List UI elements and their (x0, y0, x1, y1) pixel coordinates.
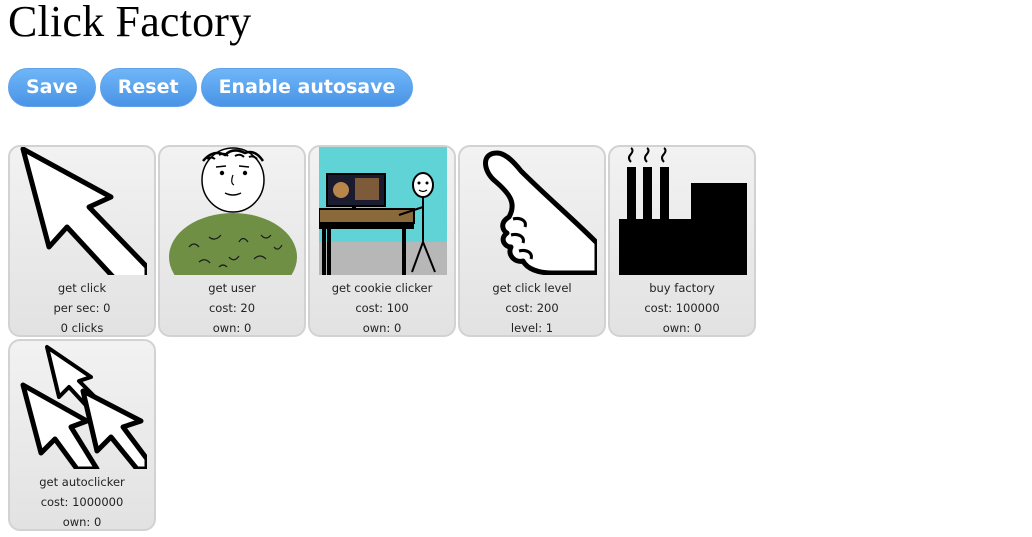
get-user-card[interactable]: get user cost: 20 own: 0 (158, 145, 306, 337)
card-title: get cookie clicker (331, 281, 433, 295)
buy-factory-card[interactable]: buy factory cost: 100000 own: 0 (608, 145, 756, 337)
enable-autosave-button[interactable]: Enable autosave (200, 68, 414, 107)
factory-icon (619, 147, 747, 275)
page-title: Click Factory (8, 0, 252, 46)
toolbar: Save Reset Enable autosave (8, 68, 414, 107)
card-cost: cost: 20 (208, 301, 256, 315)
card-title: buy factory (649, 281, 715, 295)
cursor-arrow-icon (19, 147, 147, 275)
card-level: level: 1 (510, 321, 554, 335)
cookie-clicker-icon (319, 147, 447, 275)
card-title: get click level (492, 281, 572, 295)
get-click-level-card[interactable]: get click level cost: 200 level: 1 (458, 145, 606, 337)
card-owned: own: 0 (62, 515, 102, 529)
card-cost: cost: 200 (505, 301, 559, 315)
card-title: get autoclicker (39, 475, 125, 489)
card-owned: own: 0 (212, 321, 252, 335)
card-owned: own: 0 (362, 321, 402, 335)
save-button[interactable]: Save (8, 68, 96, 107)
card-stat: per sec: 0 (53, 301, 111, 315)
card-title: get click (57, 281, 107, 295)
card-title: get user (208, 281, 256, 295)
get-autoclicker-card[interactable]: get autoclicker cost: 1000000 own: 0 (8, 339, 156, 531)
autoclicker-icon (19, 341, 147, 469)
card-count: 0 clicks (60, 321, 104, 335)
reset-button[interactable]: Reset (99, 68, 197, 107)
card-cost: cost: 100000 (644, 301, 720, 315)
get-cookie-clicker-card[interactable]: get cookie clicker cost: 100 own: 0 (308, 145, 456, 337)
user-icon (169, 147, 297, 275)
card-owned: own: 0 (662, 321, 702, 335)
card-cost: cost: 100 (355, 301, 409, 315)
get-click-card[interactable]: get click per sec: 0 0 clicks (8, 145, 156, 337)
pointing-hand-icon (469, 147, 597, 275)
card-cost: cost: 1000000 (40, 495, 124, 509)
